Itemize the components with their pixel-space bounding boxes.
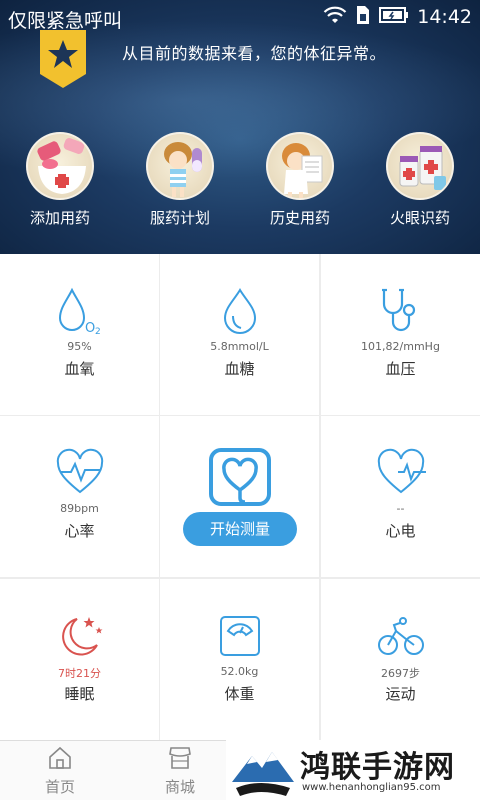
metric-ecg[interactable]: -- 心电 — [321, 416, 480, 577]
health-alert-text: 从目前的数据来看，您的体征异常。 — [122, 44, 387, 63]
health-metrics-grid: O 2 95% 血氧 5.8mmol/L 血糖 101,82/mmHg 血压 8… — [0, 254, 480, 740]
metric-blood-oxygen[interactable]: O 2 95% 血氧 — [0, 254, 159, 415]
nav-shop[interactable]: 商城 — [120, 741, 240, 800]
metric-name: 体重 — [224, 685, 255, 703]
feature-identify-medicine[interactable]: 火眼识药 — [360, 128, 480, 238]
carrier-text: 仅限紧急呼叫 — [8, 10, 123, 32]
nav-label: 商城 — [164, 778, 195, 796]
status-icons: 14:42 — [323, 5, 472, 29]
feature-label: 火眼识药 — [389, 209, 450, 227]
nav-home[interactable]: 首页 — [0, 741, 120, 800]
start-measure-panel: 开始测量 — [160, 416, 319, 577]
identify-medicine-icon — [386, 132, 454, 200]
blood-oxygen-icon: O 2 — [55, 286, 105, 337]
svg-text:O: O — [85, 321, 95, 336]
blood-sugar-icon — [215, 286, 265, 336]
add-medicine-icon — [26, 132, 94, 200]
bicycle-icon — [376, 611, 426, 661]
metric-blood-pressure[interactable]: 101,82/mmHg 血压 — [321, 254, 480, 415]
feature-medication-plan[interactable]: 服药计划 — [120, 128, 240, 238]
watermark-url: www.henanhonglian95.com — [302, 782, 441, 793]
sleep-moon-icon — [55, 611, 105, 661]
metric-heart-rate[interactable]: 89bpm 心率 — [0, 416, 159, 577]
header-banner: 仅限紧急呼叫 14:42 从目前的数据来看，您的体征异常。 添加用药 服药计划 … — [0, 0, 480, 254]
nav-label: 首页 — [44, 778, 75, 796]
metric-name: 运动 — [385, 685, 416, 703]
metric-blood-sugar[interactable]: 5.8mmol/L 血糖 — [160, 254, 319, 415]
sim-card-icon — [355, 5, 371, 29]
feature-label: 服药计划 — [149, 209, 210, 227]
scale-icon — [215, 611, 265, 661]
metric-value: -- — [396, 502, 405, 515]
feature-label: 历史用药 — [269, 209, 330, 227]
status-bar: 仅限紧急呼叫 14:42 — [0, 0, 480, 34]
metric-value: 2697步 — [381, 667, 420, 680]
metric-name: 血氧 — [64, 360, 95, 378]
wifi-icon — [323, 5, 347, 29]
measure-heart-icon — [209, 448, 271, 506]
metric-sleep[interactable]: 7时21分 睡眠 — [0, 579, 159, 740]
metric-exercise[interactable]: 2697步 运动 — [321, 579, 480, 740]
metric-weight[interactable]: 52.0kg 体重 — [160, 579, 319, 740]
feature-label: 添加用药 — [29, 209, 90, 227]
metric-name: 睡眠 — [64, 685, 95, 703]
metric-value: 95% — [67, 340, 92, 353]
svg-text:2: 2 — [95, 327, 101, 336]
metric-name: 血糖 — [224, 360, 255, 378]
ecg-icon — [376, 448, 426, 498]
metric-value: 101,82/mmHg — [361, 340, 440, 353]
feature-row: 添加用药 服药计划 历史用药 火眼识药 — [0, 128, 480, 238]
home-icon — [48, 746, 72, 770]
medication-plan-icon — [146, 132, 214, 200]
metric-name: 心率 — [64, 522, 95, 540]
metric-name: 血压 — [385, 360, 416, 378]
metric-value: 52.0kg — [220, 665, 259, 678]
feature-add-medicine[interactable]: 添加用药 — [0, 128, 120, 238]
metric-value: 7时21分 — [58, 667, 101, 680]
heart-rate-icon — [55, 448, 105, 498]
battery-icon — [379, 6, 409, 28]
watermark-logo-icon — [230, 742, 296, 798]
metric-value: 89bpm — [60, 502, 99, 515]
medication-history-icon — [266, 132, 334, 200]
watermark-title: 鸿联手游网 — [300, 750, 455, 785]
metric-value: 5.8mmol/L — [210, 340, 269, 353]
feature-medication-history[interactable]: 历史用药 — [240, 128, 360, 238]
clock-time: 14:42 — [417, 6, 472, 28]
stethoscope-icon — [376, 286, 426, 336]
metric-name: 心电 — [385, 522, 416, 540]
watermark-banner: 鸿联手游网 www.henanhonglian95.com — [226, 740, 480, 800]
start-measure-button[interactable]: 开始测量 — [183, 512, 297, 546]
shop-icon — [168, 746, 192, 770]
star-badge-icon — [40, 30, 86, 88]
